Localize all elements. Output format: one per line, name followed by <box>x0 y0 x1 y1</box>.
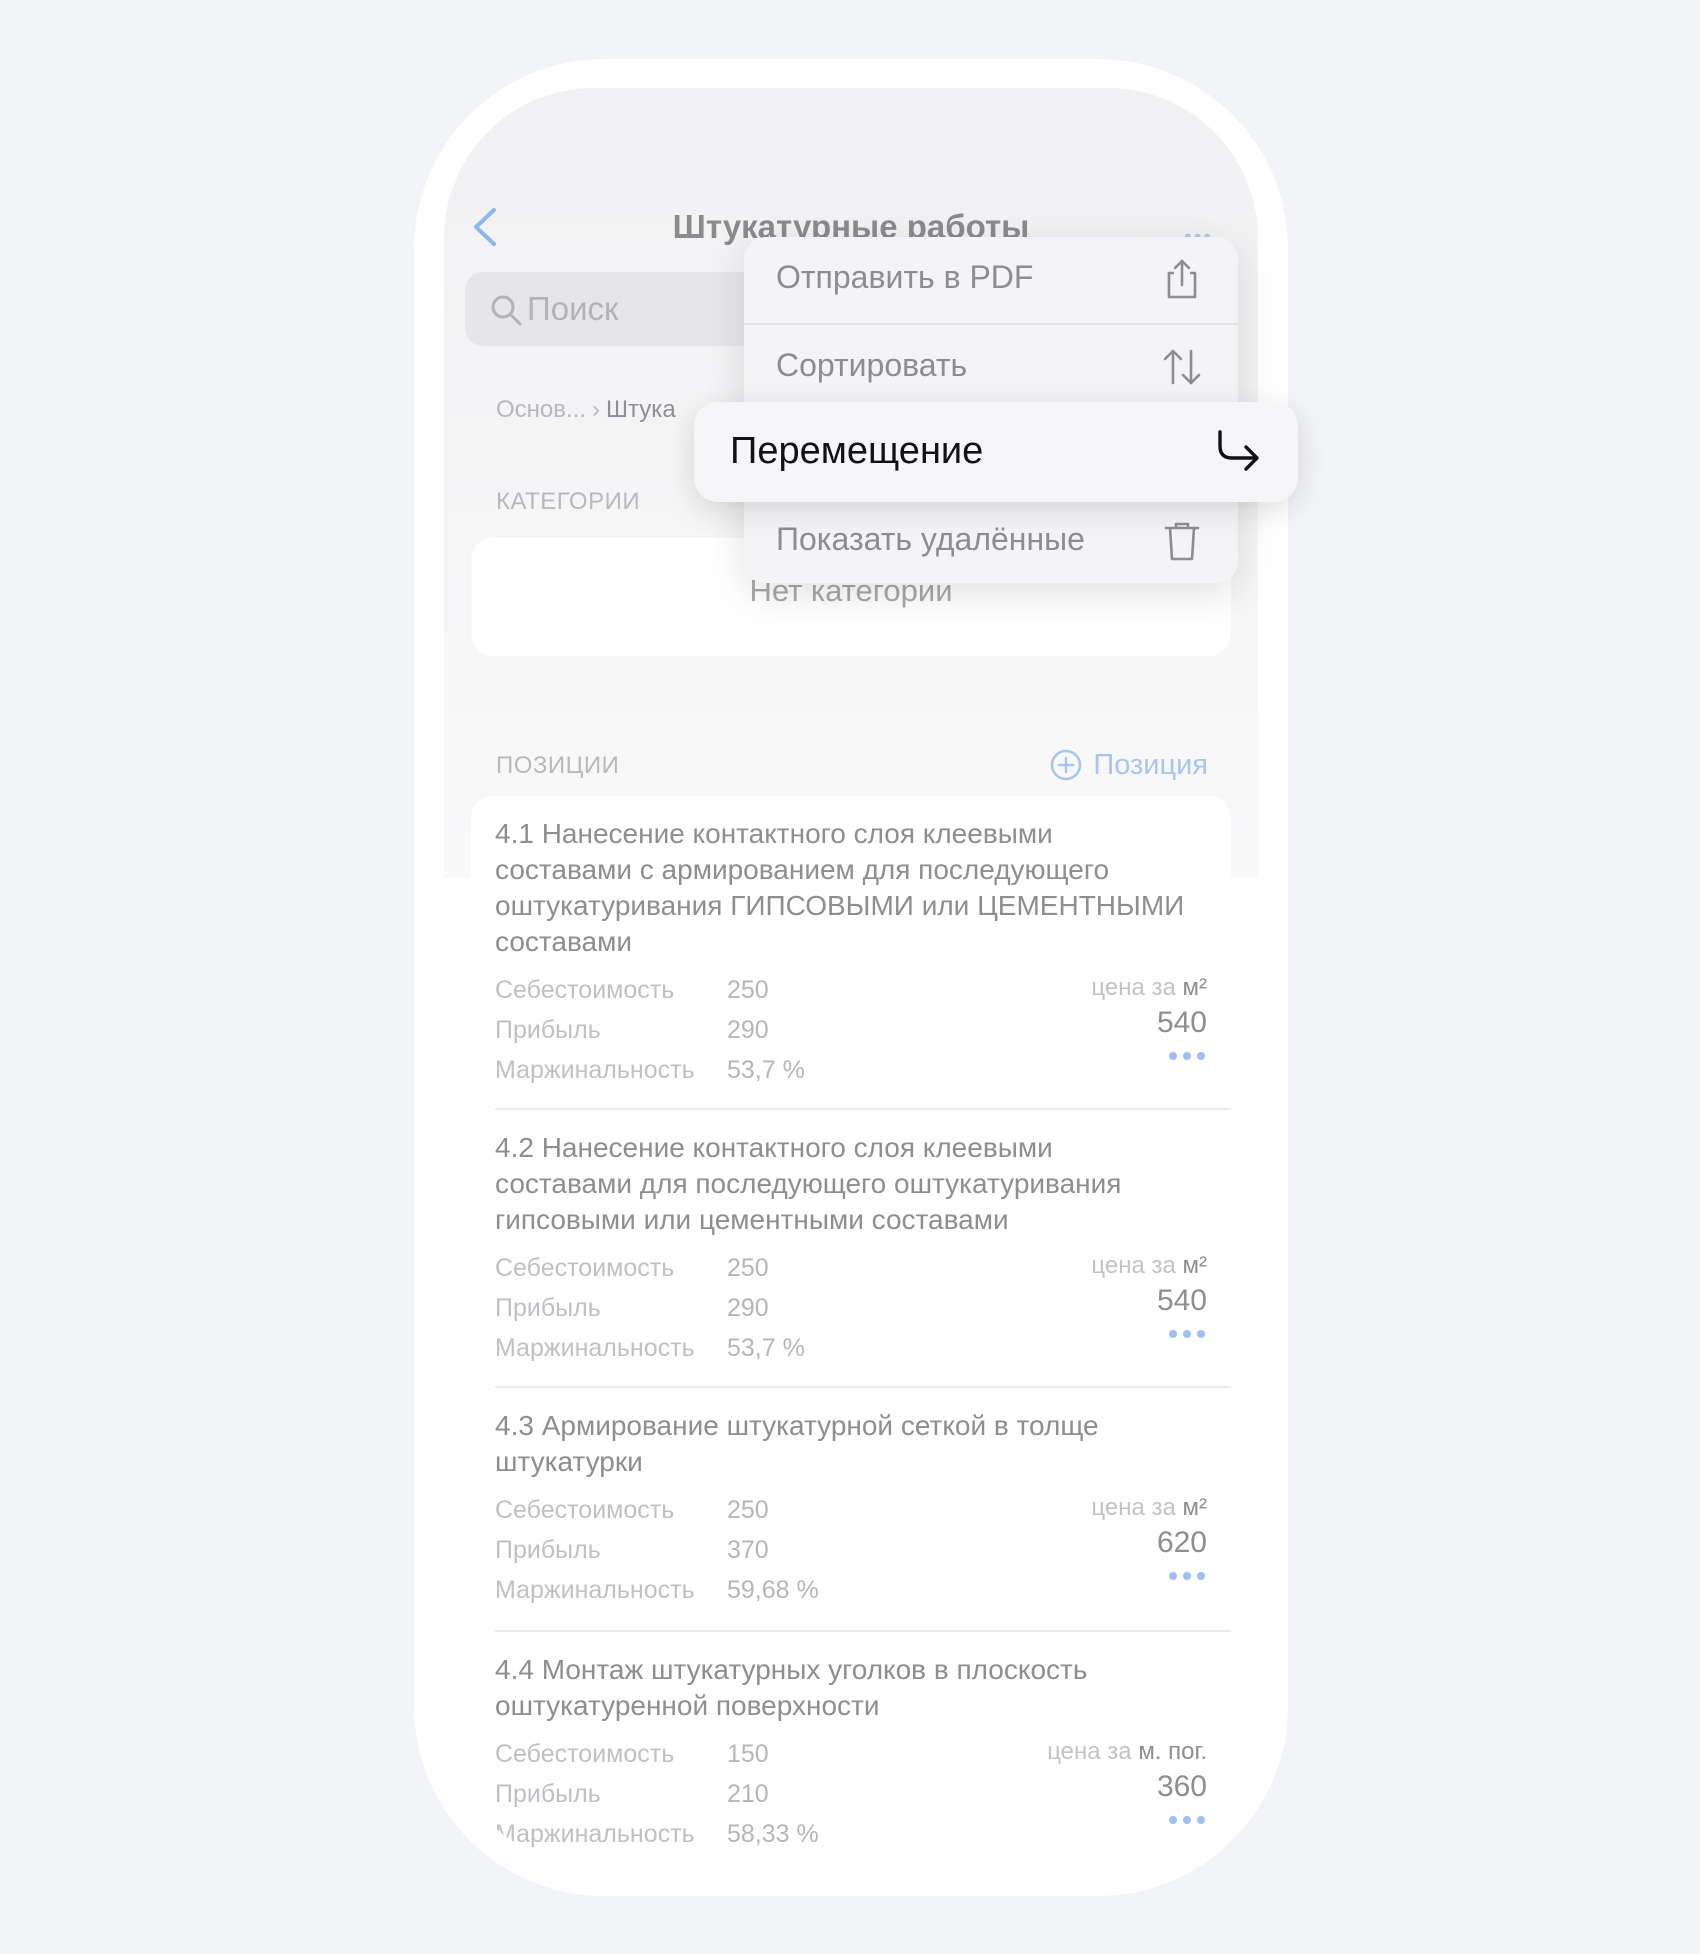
position-title: 4.4 Монтаж штукатурных уголков в плоскос… <box>495 1654 1088 1721</box>
unit: м² <box>1182 1252 1208 1279</box>
position-title: 4.1 Нанесение контактного слоя клеевыми … <box>495 818 1185 957</box>
breadcrumb-parent[interactable]: Основ... <box>496 396 586 423</box>
cost-value: 150 <box>727 1740 769 1768</box>
plus-circle-icon <box>1051 749 1082 781</box>
position-title: 4.3 Армирование штукатурной сеткой в тол… <box>495 1410 1099 1477</box>
menu-item-show-deleted[interactable]: Показать удалённые <box>744 499 1238 585</box>
divider <box>495 1108 1231 1110</box>
price-unit: цена за м² <box>1091 974 1207 1002</box>
cost-label: Себестоимость <box>495 1740 675 1768</box>
cost-label: Себестоимость <box>495 1254 675 1282</box>
price-prefix: цена за <box>1091 974 1176 1001</box>
sort-icon <box>1163 349 1201 385</box>
position-title: 4.2 Нанесение контактного слоя клеевыми … <box>495 1132 1122 1235</box>
cost-value: 250 <box>727 1496 769 1524</box>
menu-item-send-pdf[interactable]: Отправить в PDF <box>744 237 1238 323</box>
menu-item-move[interactable]: Перемещение <box>694 402 1298 502</box>
add-position-label: Позиция <box>1093 748 1208 781</box>
margin-label: Маржинальность <box>495 1334 695 1362</box>
item-more-icon[interactable] <box>1167 1814 1207 1826</box>
margin-value: 58,33 % <box>727 1820 819 1848</box>
profit-value: 290 <box>727 1016 769 1044</box>
divider <box>495 1386 1231 1388</box>
trash-icon <box>1164 522 1200 561</box>
cost-value: 250 <box>727 976 769 1004</box>
add-position-button[interactable]: Позиция <box>1049 748 1208 782</box>
profit-label: Прибыль <box>495 1536 601 1564</box>
unit: м. пог. <box>1138 1738 1207 1765</box>
breadcrumb: Основ... › Штука <box>496 396 676 424</box>
price-value: 540 <box>1156 1284 1207 1317</box>
item-more-icon[interactable] <box>1167 1328 1207 1340</box>
profit-value: 370 <box>727 1536 769 1564</box>
positions-list: 4.1 Нанесение контактного слоя клеевыми … <box>471 796 1231 1865</box>
price-value: 540 <box>1156 1006 1207 1039</box>
menu-item-label: Перемещение <box>730 430 984 472</box>
margin-label: Маржинальность <box>495 1820 695 1848</box>
menu-item-label: Отправить в PDF <box>776 259 1034 295</box>
margin-value: 53,7 % <box>727 1334 805 1362</box>
divider <box>495 1630 1231 1632</box>
margin-label: Маржинальность <box>495 1056 695 1084</box>
price-value: 620 <box>1156 1526 1207 1559</box>
margin-value: 53,7 % <box>727 1056 805 1084</box>
profit-value: 210 <box>727 1780 769 1808</box>
menu-item-sort[interactable]: Сортировать <box>744 325 1238 411</box>
item-more-icon[interactable] <box>1167 1050 1207 1062</box>
unit: м² <box>1182 974 1208 1001</box>
positions-header: ПОЗИЦИИ <box>496 752 620 779</box>
profit-label: Прибыль <box>495 1016 601 1044</box>
move-arrow-icon <box>1218 430 1259 471</box>
item-more-icon[interactable] <box>1167 1570 1207 1582</box>
unit: м² <box>1182 1494 1208 1521</box>
cost-label: Себестоимость <box>495 1496 675 1524</box>
price-value: 360 <box>1156 1770 1207 1803</box>
cost-label: Себестоимость <box>495 976 675 1004</box>
chevron-right-icon: › <box>592 396 601 423</box>
share-icon <box>1167 259 1197 299</box>
margin-value: 59,68 % <box>727 1576 819 1604</box>
price-prefix: цена за <box>1091 1494 1176 1521</box>
profit-label: Прибыль <box>495 1294 601 1322</box>
price-prefix: цена за <box>1047 1738 1132 1765</box>
search-icon <box>491 295 522 326</box>
price-prefix: цена за <box>1091 1252 1176 1279</box>
profit-value: 290 <box>727 1294 769 1322</box>
status-bar-area <box>444 88 1258 158</box>
price-unit: цена за м. пог. <box>1047 1738 1207 1766</box>
price-unit: цена за м² <box>1091 1252 1207 1280</box>
cost-value: 250 <box>727 1254 769 1282</box>
menu-item-label: Показать удалённые <box>776 521 1085 557</box>
breadcrumb-current: Штука <box>606 396 676 423</box>
categories-header: КАТЕГОРИИ <box>496 488 641 515</box>
margin-label: Маржинальность <box>495 1576 695 1604</box>
price-unit: цена за м² <box>1091 1494 1207 1522</box>
search-placeholder: Поиск <box>527 290 619 327</box>
profit-label: Прибыль <box>495 1780 601 1808</box>
menu-item-label: Сортировать <box>776 347 968 383</box>
